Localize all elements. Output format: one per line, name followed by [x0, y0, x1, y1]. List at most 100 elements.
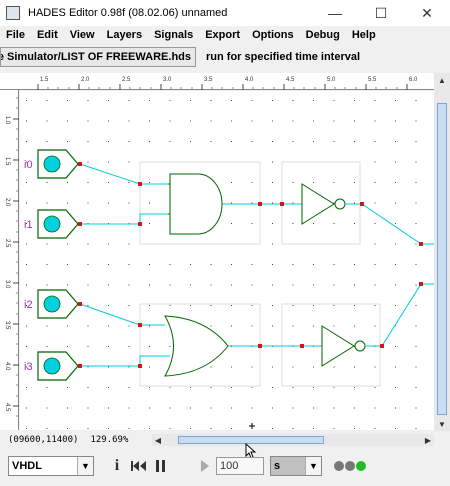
grid-dot [169, 100, 171, 101]
grid-dot [333, 182, 335, 183]
vertical-scrollbar[interactable]: ▲ ▼ [434, 73, 450, 431]
time-unit-select[interactable]: s ▼ [270, 456, 322, 476]
menu-export[interactable]: Export [199, 29, 246, 41]
grid-dot [108, 202, 109, 204]
menu-options[interactable]: Options [246, 29, 300, 41]
grid-dot [210, 366, 212, 368]
inverter-1[interactable] [301, 183, 346, 225]
grid-dot [231, 264, 232, 265]
ruler-top-tick: 2.0 [81, 77, 90, 83]
grid-dot [87, 243, 89, 245]
input-switch-i1[interactable] [37, 209, 79, 239]
grid-dot [313, 305, 314, 306]
grid-dot [210, 284, 212, 286]
minimize-button[interactable]: — [312, 0, 358, 26]
input-switch-i0[interactable] [37, 149, 79, 179]
grid-dot [333, 407, 335, 409]
maximize-button[interactable]: ☐ [358, 0, 404, 26]
grid-dot [292, 366, 294, 368]
grid-dot [231, 325, 232, 327]
ruler-left-tick: 4.0 [4, 362, 10, 371]
ruler-left-tick: 2.5 [4, 239, 10, 248]
inverter-2[interactable] [321, 325, 366, 367]
run-time-input[interactable]: 100 [216, 457, 264, 475]
grid-dot [108, 182, 109, 183]
grid-dot [415, 346, 417, 347]
vertical-scroll-thumb[interactable] [437, 103, 447, 415]
wires [79, 163, 434, 367]
cursor-coordinates: (09600,11400) [8, 435, 79, 445]
grid-dot [149, 264, 150, 265]
grid-dot [231, 182, 232, 183]
grid-dot [231, 223, 232, 224]
ruler-top-tick: 2.5 [122, 77, 131, 83]
scroll-down-icon[interactable]: ▼ [434, 417, 450, 431]
menu-signals[interactable]: Signals [148, 29, 199, 41]
scroll-up-icon[interactable]: ▲ [434, 73, 450, 87]
grid-dot [395, 202, 396, 204]
grid-dot [108, 243, 109, 245]
scroll-right-icon[interactable]: ▶ [422, 434, 434, 446]
grid-dot [87, 100, 89, 101]
chevron-down-icon[interactable]: ▼ [77, 457, 93, 475]
and-gate[interactable] [168, 173, 223, 235]
menu-edit[interactable]: Edit [31, 29, 64, 41]
input-label-i2: i2 [24, 299, 33, 311]
grid-dot [272, 141, 273, 142]
pause-button[interactable] [150, 456, 172, 476]
grid-dot [415, 161, 417, 163]
input-switch-i2[interactable] [37, 289, 79, 319]
grid-dot [87, 346, 89, 347]
grid-dot [374, 305, 376, 306]
grid-dot [272, 366, 273, 368]
menu-help[interactable]: Help [346, 29, 382, 41]
close-button[interactable]: ✕ [404, 0, 450, 26]
grid-dot [395, 141, 396, 142]
grid-dot [149, 387, 150, 388]
rewind-button[interactable] [128, 456, 150, 476]
grid-dot [67, 407, 68, 409]
title-bar: HADES Editor 0.98f (08.02.06) unnamed — … [0, 0, 450, 26]
menu-debug[interactable]: Debug [300, 29, 346, 41]
grid-dot [292, 387, 294, 388]
info-button[interactable]: i [106, 456, 128, 476]
grid-dot [395, 366, 396, 368]
grid-dot [26, 120, 27, 122]
menu-view[interactable]: View [64, 29, 101, 41]
language-select[interactable]: VHDL ▼ [8, 456, 94, 476]
grid-dot [395, 264, 396, 265]
menu-layers[interactable]: Layers [101, 29, 148, 41]
horizontal-scrollbar[interactable]: ◀ ▶ [152, 434, 434, 446]
grid-dot [395, 407, 396, 409]
or-gate[interactable] [164, 315, 229, 377]
input-switch-i3[interactable] [37, 351, 79, 381]
grid-dot [251, 325, 253, 327]
grid-dot [251, 264, 253, 265]
grid-dot [46, 407, 48, 409]
grid-dot [354, 428, 355, 429]
grid-dot [292, 264, 294, 265]
grid-dot [415, 182, 417, 183]
grid-dot [272, 161, 273, 163]
grid-dot [333, 120, 335, 122]
input-label-i1: i1 [24, 219, 33, 231]
grid-dot [354, 366, 355, 368]
menu-file[interactable]: File [0, 29, 31, 41]
grid-dot [67, 387, 68, 388]
grid-dot [415, 243, 417, 245]
chevron-down-icon[interactable]: ▼ [305, 457, 321, 475]
grid-dot [128, 346, 130, 347]
file-tab[interactable]: Gate Simulator/LIST OF FREEWARE.hds [0, 47, 196, 67]
ruler-top-tick: 3.5 [204, 77, 213, 83]
grid-dot [415, 387, 417, 388]
grid-dot [149, 407, 150, 409]
scroll-left-icon[interactable]: ◀ [152, 434, 164, 446]
grid-dot [395, 305, 396, 306]
run-hint-label: run for specified time interval [206, 51, 361, 63]
grid-dot [231, 366, 232, 368]
grid-dot [251, 366, 253, 368]
run-button[interactable] [194, 456, 216, 476]
schematic-canvas[interactable]: i0 i1 i2 i3 [20, 91, 434, 430]
grid-dot [87, 428, 89, 429]
grid-dot [169, 428, 171, 429]
